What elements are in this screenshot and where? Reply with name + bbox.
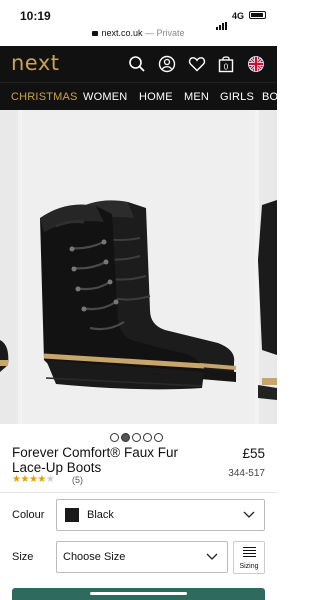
url-separator: — — [142, 28, 157, 38]
colour-swatch — [65, 508, 79, 522]
private-mode-label: Private — [156, 28, 185, 38]
colour-value: Black — [87, 509, 114, 521]
nav-item-home[interactable]: HOME — [139, 91, 173, 103]
divider — [0, 492, 277, 493]
network-type: 4G — [232, 11, 245, 21]
nav-item-girls[interactable]: GIRLS — [220, 91, 254, 103]
colour-label: Colour — [12, 509, 45, 521]
site-header: next 0 — [0, 46, 277, 82]
size-guide-button[interactable]: Sizing — [233, 541, 265, 574]
rating-stars[interactable]: ★★★★★ — [12, 474, 55, 485]
carousel-dot-1[interactable] — [110, 433, 119, 442]
star-empty-icon: ★ — [45, 474, 55, 485]
size-guide-label: Sizing — [239, 563, 259, 570]
account-icon[interactable] — [158, 55, 176, 73]
product-code: 344-517 — [228, 468, 265, 479]
product-price: £55 — [242, 446, 265, 461]
carousel-dot-4[interactable] — [143, 433, 152, 442]
size-label: Size — [12, 551, 34, 563]
review-count[interactable]: (5) — [72, 475, 83, 485]
product-image-carousel[interactable] — [0, 110, 277, 424]
department-nav: CHRISTMAS WOMEN HOME MEN GIRLS BO — [0, 82, 277, 110]
star-icon: ★ — [20, 474, 29, 485]
bag-count: 0 — [224, 62, 229, 71]
boots-illustration — [0, 200, 277, 400]
next-logo[interactable]: next — [11, 51, 60, 75]
bag-icon[interactable]: 0 — [217, 55, 235, 73]
status-bar: 10:19 4G — [0, 0, 277, 30]
carousel-dot-5[interactable] — [154, 433, 163, 442]
nav-item-men[interactable]: MEN — [184, 91, 209, 103]
lock-icon — [92, 31, 99, 36]
carousel-dot-3[interactable] — [132, 433, 141, 442]
battery-icon — [249, 11, 266, 19]
heart-icon[interactable] — [188, 55, 206, 73]
home-indicator — [90, 592, 187, 595]
carousel-dots — [110, 429, 165, 442]
uk-flag-icon[interactable] — [247, 55, 265, 73]
chevron-down-icon — [206, 553, 218, 560]
carousel-dot-2[interactable] — [121, 433, 130, 442]
size-placeholder: Choose Size — [63, 551, 126, 563]
url-domain: next.co.uk — [101, 28, 143, 38]
address-bar[interactable]: next.co.uk — Private — [0, 28, 277, 46]
product-title-line-2: Lace-Up Boots — [12, 460, 102, 475]
star-icon: ★ — [37, 474, 46, 485]
colour-select[interactable]: Black — [56, 499, 265, 531]
ruler-icon — [243, 547, 256, 559]
chevron-down-icon — [243, 511, 255, 518]
search-icon[interactable] — [128, 55, 146, 73]
nav-item-women[interactable]: WOMEN — [83, 91, 127, 103]
product-title: Forever Comfort® Faux Fur Lace-Up Boots — [12, 445, 192, 475]
nav-item-christmas[interactable]: CHRISTMAS — [11, 91, 78, 103]
clock: 10:19 — [20, 9, 51, 23]
nav-item-boys[interactable]: BO — [262, 91, 277, 103]
product-title-line-1: Forever Comfort® Faux Fur — [12, 445, 178, 460]
size-select[interactable]: Choose Size — [56, 541, 228, 573]
